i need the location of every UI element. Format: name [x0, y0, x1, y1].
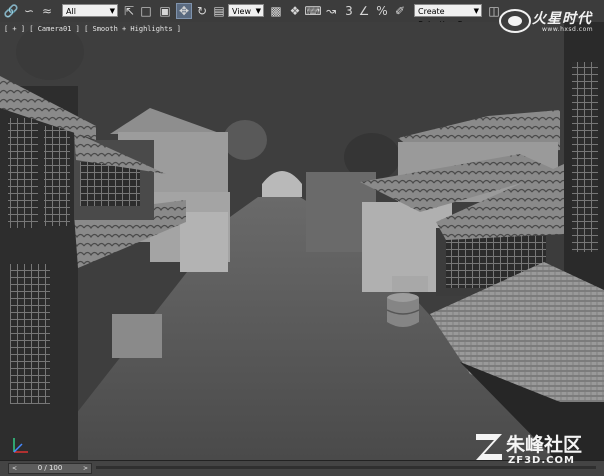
tree-left-far	[223, 120, 267, 160]
viewport-label[interactable]: [ + ] [ Camera01 ] [ Smooth + Highlights…	[4, 25, 181, 33]
crate	[392, 276, 428, 292]
zf3d-cn: 朱峰社区	[506, 434, 583, 456]
reference-coordinate-value: View	[232, 7, 251, 16]
chevron-left-icon[interactable]: <	[12, 464, 17, 473]
left-steps	[112, 314, 162, 358]
edit-named-selection-icon[interactable]: ✐	[392, 3, 408, 19]
right-pillar-window	[572, 62, 598, 252]
percent-snap-icon[interactable]: ∠	[356, 3, 372, 19]
spinner-snap-icon[interactable]: %	[374, 3, 390, 19]
left-lower-wall	[180, 212, 228, 272]
frame-display: 0 / 100	[37, 464, 63, 472]
selection-filter-dropdown[interactable]: All ▼	[62, 4, 118, 17]
hxsd-logo-mark-icon	[499, 9, 531, 33]
hxsd-url: www.hxsd.com	[542, 26, 594, 33]
select-and-manipulate-icon[interactable]: ❖	[287, 3, 303, 19]
left-window-2	[44, 126, 70, 226]
left-window-3	[10, 264, 50, 404]
named-selection-dropdown[interactable]: Create Selection Se ▼	[414, 4, 482, 29]
select-and-rotate-icon[interactable]: ↻	[194, 3, 210, 19]
chevron-down-icon: ▼	[109, 7, 115, 15]
scene-render	[0, 22, 604, 460]
select-object-icon[interactable]: ⇱	[121, 3, 137, 19]
select-and-move-icon[interactable]: ✥	[176, 3, 192, 19]
select-and-scale-icon[interactable]: ▤	[211, 3, 227, 19]
snaps-toggle-icon[interactable]: ↝	[323, 3, 339, 19]
left-window-1	[8, 118, 38, 228]
reference-coordinate-dropdown[interactable]: View ▼	[228, 4, 264, 17]
zf3d-watermark: 朱峰社区 ZF3D.COM	[472, 428, 600, 472]
hxsd-watermark: 火星时代 www.hxsd.com	[498, 6, 598, 38]
keyboard-shortcut-icon[interactable]: ⌨	[304, 3, 321, 19]
time-slider[interactable]: < 0 / 100 >	[8, 463, 92, 474]
zf3d-logo-z-icon	[476, 434, 502, 460]
chevron-down-icon: ▼	[255, 7, 261, 15]
hxsd-title: 火星时代	[532, 11, 592, 27]
chevron-down-icon: ▼	[473, 7, 479, 15]
bind-space-warp-icon[interactable]: ≈	[39, 3, 55, 19]
left-second-window	[80, 162, 140, 206]
snap-label: 3	[345, 4, 353, 18]
axis-gizmo	[13, 438, 28, 453]
selection-filter-value: All	[66, 7, 76, 16]
rectangular-selection-icon[interactable]: □	[138, 3, 154, 19]
chevron-right-icon[interactable]: >	[83, 464, 88, 473]
camera-viewport[interactable]: [ + ] [ Camera01 ] [ Smooth + Highlights…	[0, 22, 604, 460]
unlink-icon[interactable]: ∽	[21, 3, 37, 19]
max-window: 🔗 ∽ ≈ All ▼ ⇱ □ ▣ ✥ ↻ ▤ View ▼ ▩ ❖ ⌨ ↝ 3…	[0, 0, 604, 476]
select-link-icon[interactable]: 🔗	[3, 3, 19, 19]
angle-snap-icon[interactable]: 3	[341, 3, 357, 19]
window-crossing-icon[interactable]: ▣	[157, 3, 173, 19]
zf3d-en: ZF3D.COM	[508, 455, 575, 466]
use-pivot-center-icon[interactable]: ▩	[268, 3, 284, 19]
